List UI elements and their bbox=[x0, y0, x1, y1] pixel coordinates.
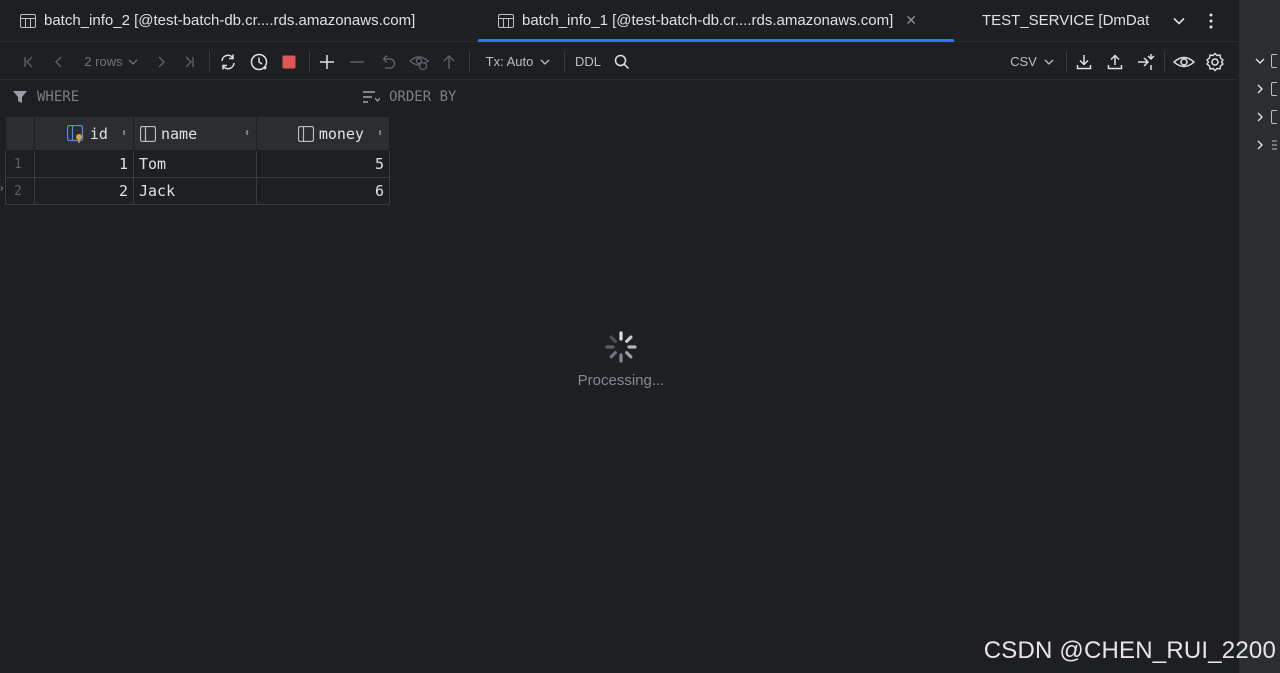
compare-icon[interactable] bbox=[1134, 43, 1158, 80]
chevron-down-icon bbox=[1044, 59, 1054, 65]
column-name: name bbox=[161, 124, 198, 143]
where-label: WHERE bbox=[37, 89, 80, 105]
database-explorer-panel bbox=[1238, 0, 1280, 673]
column-header-id[interactable]: id ⬍ bbox=[34, 116, 134, 151]
primary-key-column-icon bbox=[66, 124, 84, 143]
column-name: money bbox=[318, 124, 364, 143]
upload-icon[interactable] bbox=[1104, 43, 1126, 80]
tree-node[interactable] bbox=[1255, 135, 1280, 155]
stop-icon[interactable] bbox=[278, 43, 300, 80]
where-filter[interactable]: WHERE bbox=[12, 89, 79, 105]
cell-money[interactable]: 6 bbox=[256, 177, 390, 205]
revert-icon[interactable] bbox=[377, 43, 399, 80]
previous-page-icon[interactable] bbox=[48, 43, 70, 80]
table-row[interactable]: 2 2 Jack 6 bbox=[5, 177, 390, 205]
chevron-right-icon bbox=[1257, 112, 1263, 122]
sort-toggle-icon[interactable]: ⬍ bbox=[244, 128, 250, 139]
refresh-icon[interactable] bbox=[216, 43, 240, 80]
folder-icon bbox=[1272, 140, 1277, 150]
tree-node[interactable] bbox=[1255, 79, 1280, 99]
table-icon bbox=[498, 13, 514, 28]
table-icon bbox=[1271, 82, 1277, 96]
processing-indicator: Processing... bbox=[560, 330, 682, 389]
more-options-icon[interactable] bbox=[1196, 0, 1226, 42]
tab-label: batch_info_2 [@test-batch-db.cr....rds.a… bbox=[44, 12, 416, 29]
column-icon bbox=[140, 125, 156, 142]
spinner-icon bbox=[605, 331, 637, 363]
tab-list-chevron-down-icon[interactable] bbox=[1164, 0, 1194, 42]
sort-toggle-icon[interactable]: ⬍ bbox=[377, 128, 383, 139]
chevron-right-icon bbox=[1257, 140, 1263, 150]
add-row-icon[interactable] bbox=[316, 43, 338, 80]
resize-handle-icon[interactable]: › bbox=[0, 183, 3, 194]
preview-changes-icon[interactable] bbox=[407, 43, 431, 80]
grid-header-row: id ⬍ name ⬍ money ⬍ bbox=[5, 116, 390, 151]
chevron-down-icon bbox=[1255, 58, 1265, 64]
page-size-dropdown[interactable]: 2 rows bbox=[78, 43, 144, 80]
tab-batch-info-1[interactable]: batch_info_1 [@test-batch-db.cr....rds.a… bbox=[478, 0, 954, 42]
sort-lines-icon bbox=[363, 91, 380, 103]
last-page-icon[interactable] bbox=[178, 43, 200, 80]
chevron-down-icon bbox=[540, 59, 550, 65]
table-icon bbox=[1271, 110, 1277, 124]
tab-test-service[interactable]: TEST_SERVICE [DmDat bbox=[954, 0, 1154, 41]
cell-money[interactable]: 5 bbox=[256, 150, 390, 178]
column-name: id bbox=[89, 124, 108, 143]
cell-name[interactable]: Tom bbox=[133, 150, 257, 178]
cell-id[interactable]: 1 bbox=[34, 150, 134, 178]
table-row[interactable]: 1 1 Tom 5 bbox=[5, 150, 390, 178]
order-by-label: ORDER BY bbox=[389, 89, 457, 105]
row-number[interactable]: 2 bbox=[5, 177, 35, 205]
export-format-label: CSV bbox=[1010, 54, 1037, 69]
result-grid: id ⬍ name ⬍ money ⬍ 1 1 Tom 5 2 2 Jack 6 bbox=[5, 116, 390, 205]
first-page-icon[interactable] bbox=[18, 43, 40, 80]
close-icon[interactable]: ✕ bbox=[905, 12, 917, 29]
transaction-mode-dropdown[interactable]: Tx: Auto bbox=[478, 43, 558, 80]
column-header-name[interactable]: name ⬍ bbox=[133, 116, 257, 151]
submit-icon[interactable] bbox=[438, 43, 460, 80]
table-icon bbox=[20, 13, 36, 28]
sort-toggle-icon[interactable]: ⬍ bbox=[121, 128, 127, 139]
processing-label: Processing... bbox=[577, 372, 665, 389]
row-number-header[interactable] bbox=[5, 116, 35, 151]
tree-node-expanded[interactable] bbox=[1255, 51, 1280, 71]
tx-mode-label: Tx: Auto bbox=[485, 54, 534, 69]
download-icon[interactable] bbox=[1073, 43, 1095, 80]
search-icon[interactable] bbox=[611, 43, 633, 80]
settings-gear-icon[interactable] bbox=[1203, 43, 1227, 80]
tab-batch-info-2[interactable]: batch_info_2 [@test-batch-db.cr....rds.a… bbox=[0, 0, 478, 41]
ddl-label: DDL bbox=[574, 54, 601, 69]
row-number[interactable]: 1 bbox=[5, 150, 35, 178]
editor-tab-bar: batch_info_2 [@test-batch-db.cr....rds.a… bbox=[0, 0, 1238, 42]
rows-count-label: 2 rows bbox=[84, 54, 123, 69]
ddl-button[interactable]: DDL bbox=[570, 43, 606, 80]
table-icon bbox=[1271, 54, 1277, 68]
cell-name[interactable]: Jack bbox=[133, 177, 257, 205]
tab-label: TEST_SERVICE [DmDat bbox=[982, 12, 1150, 29]
data-editor-toolbar: 2 rows Tx: Auto DDL CSV bbox=[0, 43, 1238, 80]
cell-id[interactable]: 2 bbox=[34, 177, 134, 205]
tree-node[interactable] bbox=[1255, 107, 1280, 127]
export-format-dropdown[interactable]: CSV bbox=[1006, 43, 1058, 80]
next-page-icon[interactable] bbox=[150, 43, 172, 80]
filter-row: WHERE ORDER BY bbox=[0, 81, 1238, 115]
delete-row-icon[interactable] bbox=[346, 43, 368, 80]
view-eye-icon[interactable] bbox=[1171, 43, 1197, 80]
watermark: CSDN @CHEN_RUI_2200 bbox=[983, 637, 1276, 664]
order-by-filter[interactable]: ORDER BY bbox=[362, 89, 456, 105]
column-icon bbox=[297, 125, 314, 142]
filter-funnel-icon bbox=[13, 91, 27, 103]
history-clock-icon[interactable] bbox=[247, 43, 271, 80]
column-header-money[interactable]: money ⬍ bbox=[256, 116, 390, 151]
chevron-right-icon bbox=[1257, 84, 1263, 94]
tab-label: batch_info_1 [@test-batch-db.cr....rds.a… bbox=[522, 12, 894, 29]
chevron-down-icon bbox=[128, 59, 138, 65]
